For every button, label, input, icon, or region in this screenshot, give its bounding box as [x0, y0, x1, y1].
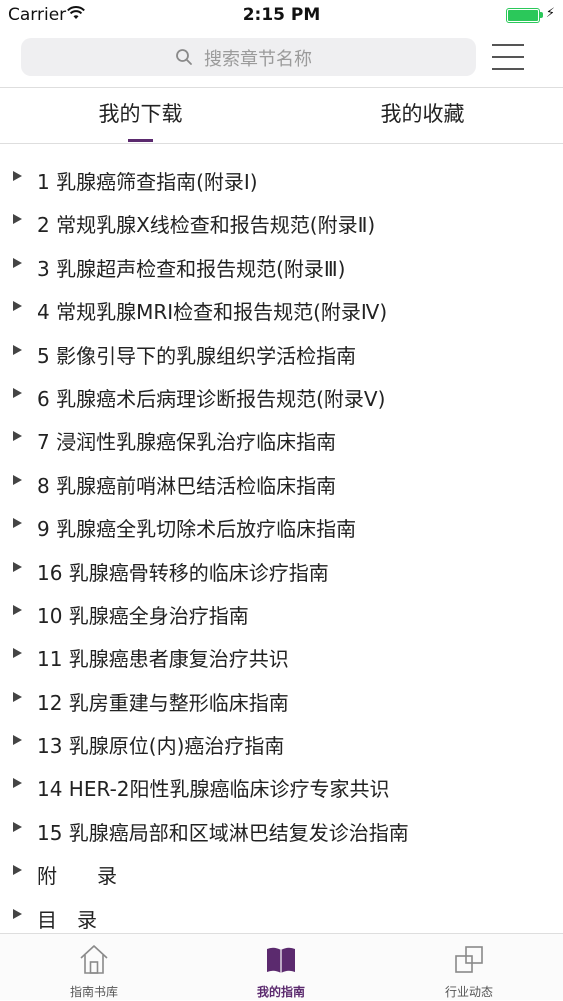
- expand-caret-icon: [13, 561, 22, 572]
- battery-icon: [506, 8, 540, 23]
- list-item[interactable]: 15 乳腺癌局部和区域淋巴结复发诊治指南: [0, 809, 563, 852]
- list-item-label: 5 影像引导下的乳腺组织学活检指南: [37, 343, 357, 368]
- list-item-label: 7 浸润性乳腺癌保乳治疗临床指南: [37, 430, 337, 455]
- expand-caret-icon: [13, 821, 22, 832]
- list-item-label: 9 乳腺癌全乳切除术后放疗临床指南: [37, 517, 357, 542]
- list-item-label: 2 常规乳腺X线检查和报告规范(附录Ⅱ): [37, 213, 376, 238]
- list-item[interactable]: 11 乳腺癌患者康复治疗共识: [0, 635, 563, 678]
- hamburger-menu-icon[interactable]: [492, 42, 526, 72]
- list-item[interactable]: 9 乳腺癌全乳切除术后放疗临床指南: [0, 505, 563, 548]
- list-item-label: 12 乳房重建与整形临床指南: [37, 690, 289, 715]
- list-item[interactable]: 14 HER-2阳性乳腺癌临床诊疗专家共识: [0, 765, 563, 808]
- menu-line: [492, 44, 524, 46]
- expand-caret-icon: [13, 214, 22, 225]
- expand-caret-icon: [13, 648, 22, 659]
- menu-line: [492, 56, 524, 58]
- search-bar[interactable]: 搜索章节名称: [21, 38, 476, 76]
- tabbar-label: 行业动态: [444, 985, 493, 999]
- list-item[interactable]: 12 乳房重建与整形临床指南: [0, 679, 563, 722]
- guideline-list: 1 乳腺癌筛查指南(附录Ⅰ) 2 常规乳腺X线检查和报告规范(附录Ⅱ) 3 乳腺…: [0, 158, 563, 939]
- expand-caret-icon: [13, 778, 22, 789]
- tabbar-label: 我的指南: [256, 985, 305, 999]
- expand-caret-icon: [13, 865, 22, 876]
- list-item-label: 附 录: [37, 864, 117, 889]
- tab-selected-indicator: [128, 139, 153, 142]
- list-item-label: 6 乳腺癌术后病理诊断报告规范(附录Ⅴ): [37, 386, 386, 411]
- list-item[interactable]: 16 乳腺癌骨转移的临床诊疗指南: [0, 549, 563, 592]
- tabbar-guide-library[interactable]: 指南书库: [0, 934, 188, 1001]
- tabbar-label: 指南书库: [69, 985, 118, 999]
- list-item[interactable]: 13 乳腺原位(内)癌治疗指南: [0, 722, 563, 765]
- search-icon: [175, 48, 193, 70]
- list-item[interactable]: 3 乳腺超声检查和报告规范(附录Ⅲ): [0, 245, 563, 288]
- expand-caret-icon: [13, 431, 22, 442]
- list-item-label: 4 常规乳腺MRI检查和报告规范(附录Ⅳ): [37, 300, 388, 325]
- list-item[interactable]: 6 乳腺癌术后病理诊断报告规范(附录Ⅴ): [0, 375, 563, 418]
- expand-caret-icon: [13, 301, 22, 312]
- list-item-label: 16 乳腺癌骨转移的临床诊疗指南: [37, 560, 329, 585]
- list-item[interactable]: 2 常规乳腺X线检查和报告规范(附录Ⅱ): [0, 201, 563, 244]
- expand-caret-icon: [13, 691, 22, 702]
- home-icon: [80, 945, 108, 974]
- list-item-label: 8 乳腺癌前哨淋巴结活检临床指南: [37, 473, 337, 498]
- tab-my-downloads[interactable]: 我的下载: [0, 88, 281, 143]
- list-item-label: 15 乳腺癌局部和区域淋巴结复发诊治指南: [37, 820, 409, 845]
- list-item-label: 3 乳腺超声检查和报告规范(附录Ⅲ): [37, 256, 346, 281]
- list-item-label: 11 乳腺癌患者康复治疗共识: [37, 647, 289, 672]
- expand-caret-icon: [13, 518, 22, 529]
- list-item[interactable]: 4 常规乳腺MRI检查和报告规范(附录Ⅳ): [0, 288, 563, 331]
- menu-line: [492, 68, 524, 70]
- expand-caret-icon: [13, 908, 22, 919]
- tabs-divider: [0, 143, 563, 144]
- expand-caret-icon: [13, 735, 22, 746]
- expand-caret-icon: [13, 387, 22, 398]
- search-placeholder[interactable]: 搜索章节名称: [204, 45, 312, 71]
- expand-caret-icon: [13, 474, 22, 485]
- tabbar-industry-news[interactable]: 行业动态: [375, 934, 563, 1001]
- tabbar-my-guides[interactable]: 我的指南: [187, 934, 375, 1001]
- list-item-label: 13 乳腺原位(内)癌治疗指南: [37, 734, 285, 759]
- status-bar: Carrier 2:15 PM ⚡: [0, 0, 563, 30]
- list-item[interactable]: 7 浸润性乳腺癌保乳治疗临床指南: [0, 418, 563, 461]
- list-item-label: 1 乳腺癌筛查指南(附录Ⅰ): [37, 170, 258, 194]
- list-item[interactable]: 5 影像引导下的乳腺组织学活检指南: [0, 332, 563, 375]
- news-squares-icon: [455, 946, 483, 973]
- list-item-label: 10 乳腺癌全身治疗指南: [37, 603, 249, 628]
- list-item[interactable]: 附 录: [0, 852, 563, 895]
- list-item[interactable]: 8 乳腺癌前哨淋巴结活检临床指南: [0, 462, 563, 505]
- expand-caret-icon: [13, 171, 22, 181]
- expand-caret-icon: [13, 257, 22, 268]
- list-item[interactable]: 10 乳腺癌全身治疗指南: [0, 592, 563, 635]
- clock-time: 2:15 PM: [242, 5, 321, 25]
- charging-bolt-icon: ⚡: [545, 6, 555, 21]
- segment-tabs: 我的下载 我的收藏: [0, 88, 563, 144]
- expand-caret-icon: [13, 604, 22, 615]
- tab-my-favorites[interactable]: 我的收藏: [282, 88, 563, 143]
- expand-caret-icon: [13, 344, 22, 355]
- bottom-tab-bar: 指南书库 我的指南 行业动态: [0, 933, 563, 1000]
- battery-tip: [540, 12, 543, 18]
- book-icon: [267, 947, 295, 973]
- list-item-label: 14 HER-2阳性乳腺癌临床诊疗专家共识: [37, 777, 390, 802]
- list-item-label: 目 录: [37, 907, 97, 932]
- list-item[interactable]: 1 乳腺癌筛查指南(附录Ⅰ): [0, 158, 563, 201]
